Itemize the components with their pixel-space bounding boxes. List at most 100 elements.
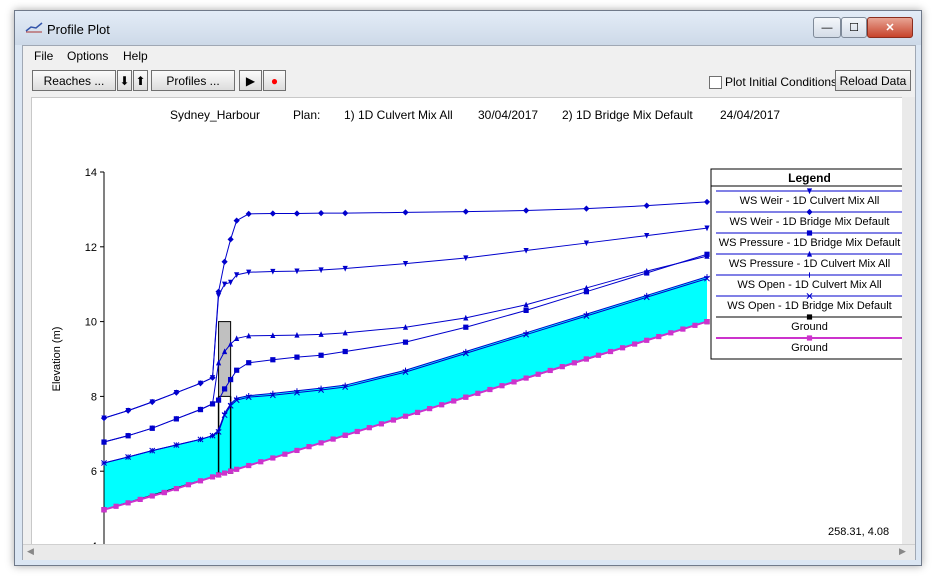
minimize-icon: — [821, 21, 833, 34]
data-point [215, 472, 222, 478]
data-point [402, 413, 409, 419]
data-point [342, 210, 349, 217]
data-point [222, 281, 228, 288]
data-point [643, 202, 650, 209]
record-icon: ● [270, 73, 279, 88]
minimize-button[interactable]: — [813, 17, 841, 38]
horizontal-scrollbar[interactable]: ◀ ▶ [23, 544, 915, 560]
data-point [294, 354, 300, 360]
close-button[interactable]: ✕ [867, 17, 913, 38]
data-point [221, 258, 228, 265]
data-point [583, 205, 590, 212]
data-point [475, 390, 481, 396]
maximize-icon: ☐ [849, 22, 859, 34]
data-point [269, 210, 276, 217]
maximize-button[interactable]: ☐ [841, 17, 867, 38]
data-point [318, 352, 324, 358]
data-point [535, 371, 541, 377]
data-point [583, 356, 589, 362]
data-point [149, 493, 155, 499]
data-point [101, 507, 107, 513]
profile-plot-window: Profile Plot — ☐ ✕ File Options Help Rea… [14, 10, 922, 566]
data-point [330, 436, 336, 442]
data-point [439, 402, 445, 408]
header-date1: 30/04/2017 [478, 108, 538, 122]
reload-data-button[interactable]: Reload Data [835, 70, 911, 91]
data-point [197, 478, 204, 484]
data-point [233, 217, 240, 224]
scroll-left-icon[interactable]: ◀ [27, 546, 34, 557]
data-point [245, 210, 252, 217]
data-point [185, 482, 192, 488]
y-tick-label: 10 [85, 317, 97, 329]
data-point [559, 364, 565, 370]
move-up-button[interactable]: ⬆ [133, 70, 148, 91]
menu-file[interactable]: File [34, 49, 53, 63]
data-point [523, 207, 530, 214]
legend-entry: Ground [791, 321, 828, 333]
data-point [462, 208, 469, 215]
record-button[interactable]: ● [263, 70, 286, 91]
plot-initial-conditions-label: Plot Initial Conditions [725, 75, 838, 89]
plot-area[interactable]: Sydney_Harbour Plan: 1) 1D Culvert Mix A… [31, 97, 904, 546]
data-point [125, 500, 131, 506]
data-point [270, 455, 276, 461]
vertical-scrollbar[interactable] [902, 97, 915, 544]
data-point [234, 367, 240, 373]
data-point [228, 376, 234, 383]
reaches-button[interactable]: Reaches ... [32, 70, 116, 91]
data-point [499, 383, 505, 389]
data-point [270, 357, 276, 363]
data-point [234, 466, 240, 472]
data-point [366, 425, 372, 431]
data-point [402, 209, 409, 216]
header-plan1: 1) 1D Culvert Mix All [344, 108, 453, 122]
data-point [644, 337, 650, 343]
animate-play-button[interactable]: ▶ [239, 70, 262, 91]
data-point [402, 339, 409, 345]
data-point [161, 489, 167, 496]
data-point [173, 486, 179, 492]
legend-title: Legend [788, 171, 831, 185]
profiles-button[interactable]: Profiles ... [151, 70, 235, 91]
y-tick-label: 6 [91, 466, 97, 478]
data-point [692, 322, 698, 328]
data-point [704, 319, 710, 325]
data-point [222, 386, 228, 392]
data-point [342, 432, 348, 438]
menu-help[interactable]: Help [123, 49, 148, 63]
data-point [463, 394, 469, 400]
data-point [246, 462, 252, 469]
menu-bar: File Options Help [23, 46, 915, 66]
data-point [282, 451, 288, 457]
legend-entry: WS Weir - 1D Culvert Mix All [740, 195, 880, 207]
plot-initial-conditions-checkbox[interactable] [709, 76, 722, 89]
y-tick-label: 14 [85, 167, 97, 179]
data-point [390, 417, 397, 423]
data-point [378, 421, 384, 427]
data-point [451, 398, 457, 404]
data-point [306, 444, 312, 450]
move-down-button[interactable]: ⬇ [117, 70, 132, 91]
title-bar[interactable]: Profile Plot — ☐ ✕ [15, 11, 921, 45]
data-point [414, 409, 421, 416]
legend-marker [806, 335, 813, 341]
data-point [318, 440, 324, 446]
data-point [222, 470, 228, 476]
legend-entry: WS Weir - 1D Bridge Mix Default [730, 216, 890, 228]
menu-options[interactable]: Options [67, 49, 108, 63]
data-point [293, 210, 301, 217]
data-point [680, 326, 686, 332]
data-point [427, 405, 433, 412]
data-point [294, 447, 300, 454]
data-point [547, 367, 553, 374]
data-point [619, 345, 626, 351]
data-point [215, 397, 222, 403]
scroll-right-icon[interactable]: ▶ [899, 546, 906, 557]
header-plan-label: Plan: [293, 108, 320, 122]
header-date2: 24/04/2017 [720, 108, 780, 122]
play-icon: ▶ [245, 73, 256, 88]
profile-plot-app-icon [25, 22, 43, 33]
data-point [342, 348, 348, 355]
data-point [246, 360, 252, 366]
